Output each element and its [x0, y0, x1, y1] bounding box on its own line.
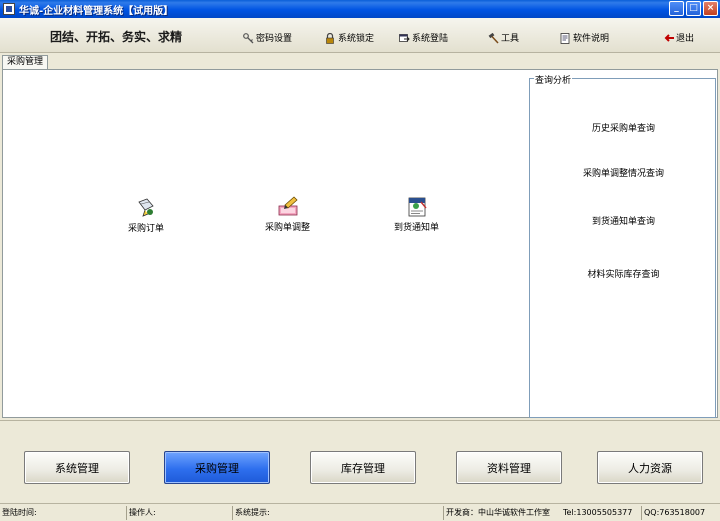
arrival-notice-module[interactable]: 到货通知单 — [394, 196, 439, 233]
purchase-order-module[interactable]: 采购订单 — [128, 197, 164, 234]
module-nav-panel: 系统管理 采购管理 库存管理 资料管理 人力资源 — [0, 420, 720, 502]
inventory-management-button[interactable]: 库存管理 — [310, 451, 416, 484]
toolbar: 团结、开拓、务实、求精 密码设置 系统锁定 系统登陆 工具 软件说明 退出 — [0, 18, 720, 53]
material-stock-query-link[interactable]: 材料实际库存查询 — [530, 267, 717, 280]
window-title: 华诚-企业材料管理系统【试用版】 — [19, 5, 174, 17]
exit-button[interactable]: 退出 — [663, 31, 694, 44]
password-settings-button[interactable]: 密码设置 — [243, 31, 292, 44]
app-icon — [3, 3, 15, 15]
system-lock-button[interactable]: 系统锁定 — [325, 31, 374, 44]
key-icon — [243, 32, 254, 43]
status-bar: 登陆时间: 操作人: 系统提示: 开发商：中山华诚软件工作室 Tel:13005… — [0, 503, 720, 521]
tools-button[interactable]: 工具 — [488, 31, 519, 44]
history-order-query-link[interactable]: 历史采购单查询 — [530, 121, 717, 134]
maximize-button[interactable]: □ — [686, 1, 701, 16]
adjust-order-label: 采购单调整 — [265, 223, 311, 233]
login-icon — [399, 33, 410, 43]
minimize-button[interactable]: _ — [669, 1, 684, 16]
password-settings-label: 密码设置 — [256, 34, 293, 44]
lock-icon — [325, 32, 335, 44]
system-lock-label: 系统锁定 — [338, 34, 375, 44]
adjust-order-icon — [277, 196, 299, 218]
adjust-order-module[interactable]: 采购单调整 — [265, 196, 310, 233]
tab-purchase-management[interactable]: 采购管理 — [2, 55, 49, 70]
system-hint-status: 系统提示: — [232, 506, 443, 520]
software-info-label: 软件说明 — [573, 34, 610, 44]
arrival-notice-icon — [406, 196, 428, 218]
tools-label: 工具 — [501, 34, 520, 44]
main-content: 采购订单 采购单调整 到货通知单 查询分析 历史采购单查询 采购单调整情况查询 … — [2, 69, 718, 418]
purchase-order-label: 采购订单 — [128, 224, 165, 234]
tab-strip: 采购管理 — [0, 55, 720, 70]
close-button[interactable]: × — [703, 1, 718, 16]
system-management-button[interactable]: 系统管理 — [24, 451, 130, 484]
tel-status: Tel:13005505377 — [563, 508, 633, 517]
query-analysis-panel: 查询分析 历史采购单查询 采购单调整情况查询 到货通知单查询 材料实际库存查询 — [529, 73, 717, 418]
hammer-icon — [488, 32, 499, 44]
developer-status: 开发商：中山华诚软件工作室 — [443, 506, 561, 520]
software-info-button[interactable]: 软件说明 — [560, 31, 609, 44]
system-login-button[interactable]: 系统登陆 — [399, 31, 448, 44]
title-bar: 华诚-企业材料管理系统【试用版】 _ □ × — [0, 0, 720, 18]
arrival-notice-query-link[interactable]: 到货通知单查询 — [530, 214, 717, 227]
qq-status: QQ:763518007 — [641, 506, 720, 520]
arrival-notice-label: 到货通知单 — [394, 223, 440, 233]
login-time-status: 登陆时间: — [2, 508, 37, 517]
exit-arrow-icon — [663, 33, 674, 43]
operator-status: 操作人: — [126, 506, 232, 520]
order-adjust-query-link[interactable]: 采购单调整情况查询 — [530, 166, 717, 179]
system-login-label: 系统登陆 — [412, 34, 449, 44]
purchase-order-icon — [135, 197, 157, 219]
purchase-management-button[interactable]: 采购管理 — [164, 451, 270, 484]
human-resources-button[interactable]: 人力资源 — [597, 451, 703, 484]
query-panel-title: 查询分析 — [534, 73, 573, 86]
data-management-button[interactable]: 资料管理 — [456, 451, 562, 484]
document-icon — [560, 32, 570, 44]
exit-label: 退出 — [676, 34, 695, 44]
slogan: 团结、开拓、务实、求精 — [50, 30, 183, 44]
